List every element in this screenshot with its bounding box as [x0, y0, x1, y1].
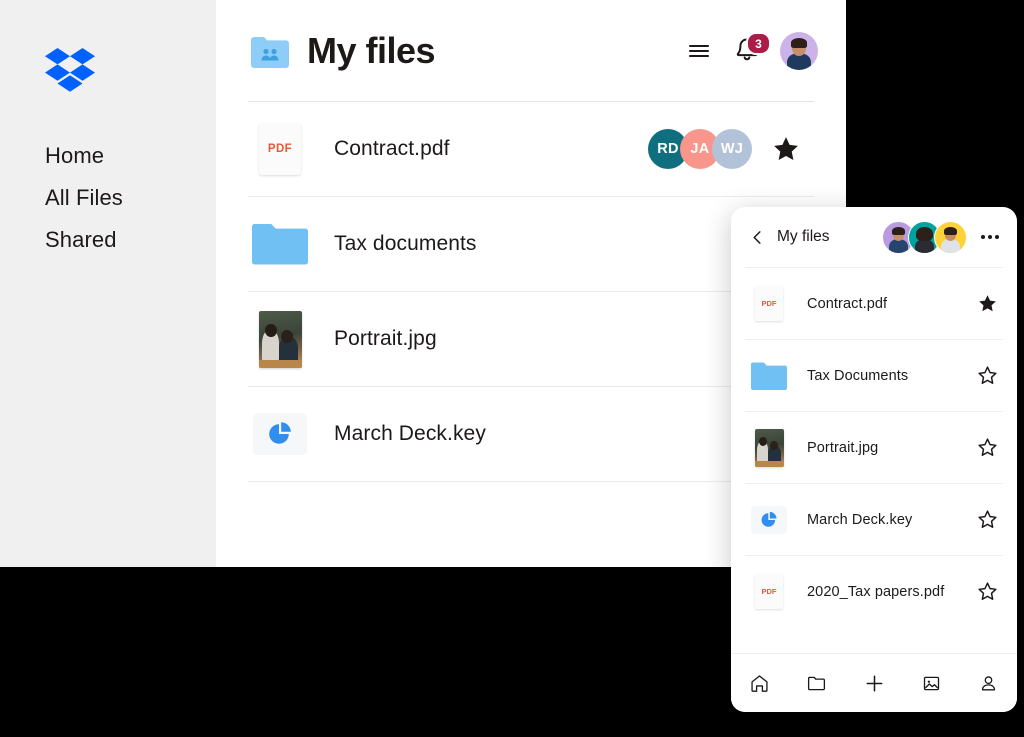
- back-chevron-icon[interactable]: [747, 227, 767, 247]
- mobile-tab-bar: [731, 653, 1017, 712]
- table-row[interactable]: Portrait.jpg: [248, 292, 814, 387]
- file-name: Tax documents: [334, 232, 752, 256]
- collaborator-avatars[interactable]: RD JA WJ: [648, 129, 752, 169]
- pdf-file-icon: PDF: [745, 574, 793, 609]
- mobile-header: My files: [731, 207, 1017, 267]
- star-icon-empty[interactable]: [971, 437, 1003, 458]
- file-name: Portrait.jpg: [807, 440, 971, 456]
- avatar-illustration: [780, 32, 818, 70]
- notification-bell-icon: 3: [734, 36, 760, 66]
- keynote-file-icon: [745, 506, 793, 534]
- list-item[interactable]: March Deck.key: [745, 484, 1003, 556]
- file-name: Portrait.jpg: [334, 327, 752, 351]
- star-icon-empty[interactable]: [971, 509, 1003, 530]
- sidebar: Home All Files Shared: [0, 0, 216, 567]
- photo-thumbnail-icon: [745, 429, 793, 467]
- star-icon-empty[interactable]: [971, 581, 1003, 602]
- mobile-app-panel: My files PDF Contra: [731, 207, 1017, 712]
- notification-badge: 3: [746, 32, 771, 55]
- file-name: March Deck.key: [807, 512, 971, 528]
- home-icon[interactable]: [731, 654, 788, 712]
- mobile-title: My files: [777, 228, 882, 246]
- file-name: 2020_Tax papers.pdf: [807, 584, 971, 600]
- photo-preview: [755, 429, 784, 467]
- shared-folder-icon: [251, 36, 289, 68]
- pdf-icon-label: PDF: [259, 123, 301, 175]
- notifications-button[interactable]: 3: [732, 36, 762, 66]
- star-icon-filled[interactable]: [971, 293, 1003, 314]
- star-icon-empty[interactable]: [971, 365, 1003, 386]
- list-item[interactable]: PDF 2020_Tax papers.pdf: [745, 556, 1003, 627]
- sidebar-nav: Home All Files Shared: [45, 135, 205, 261]
- pdf-file-icon: PDF: [250, 123, 310, 175]
- photo-preview: [259, 311, 302, 368]
- page-title: My files: [307, 30, 435, 72]
- keynote-file-icon: [250, 413, 310, 455]
- table-row[interactable]: Tax documents: [248, 197, 814, 292]
- table-row[interactable]: March Deck.key: [248, 387, 814, 482]
- screenshot-stage: Home All Files Shared My files: [0, 0, 1024, 737]
- list-item[interactable]: Portrait.jpg: [745, 412, 1003, 484]
- sidebar-item-home[interactable]: Home: [45, 135, 205, 177]
- more-options-icon[interactable]: [979, 235, 1001, 239]
- keynote-glyph: [253, 413, 307, 455]
- desktop-app-window: Home All Files Shared My files: [0, 0, 846, 567]
- plus-icon[interactable]: [845, 654, 902, 712]
- pdf-file-icon: PDF: [745, 286, 793, 321]
- list-item[interactable]: Tax Documents: [745, 340, 1003, 412]
- sidebar-item-all-files[interactable]: All Files: [45, 177, 205, 219]
- star-icon-filled[interactable]: [758, 134, 814, 164]
- table-row[interactable]: PDF Contract.pdf RD JA WJ: [248, 102, 814, 197]
- pdf-icon-label: PDF: [755, 286, 783, 321]
- account-icon[interactable]: [960, 654, 1017, 712]
- avatar[interactable]: [934, 221, 967, 254]
- photos-icon[interactable]: [903, 654, 960, 712]
- folder-glyph: [252, 223, 308, 265]
- pdf-icon-label: PDF: [755, 574, 783, 609]
- folder-glyph: [751, 362, 787, 390]
- hamburger-menu-icon[interactable]: [684, 36, 714, 66]
- file-name: Contract.pdf: [807, 296, 971, 312]
- user-avatar[interactable]: [780, 32, 818, 70]
- blue-folder-icon: [250, 223, 310, 265]
- blue-folder-icon: [745, 362, 793, 390]
- collaborator-avatar[interactable]: WJ: [712, 129, 752, 169]
- keynote-glyph: [751, 506, 787, 534]
- header-actions: 3: [684, 32, 818, 70]
- mobile-file-list: PDF Contract.pdf Tax Docum: [745, 267, 1003, 627]
- file-name: March Deck.key: [334, 422, 752, 446]
- photo-thumbnail-icon: [250, 311, 310, 368]
- folder-icon[interactable]: [788, 654, 845, 712]
- app-header: My files 3: [216, 0, 846, 102]
- list-item[interactable]: PDF Contract.pdf: [745, 268, 1003, 340]
- dropbox-logo: [45, 48, 95, 92]
- mobile-collaborator-avatars[interactable]: [882, 221, 967, 254]
- file-name: Contract.pdf: [334, 137, 648, 161]
- file-name: Tax Documents: [807, 368, 971, 384]
- sidebar-item-shared[interactable]: Shared: [45, 219, 205, 261]
